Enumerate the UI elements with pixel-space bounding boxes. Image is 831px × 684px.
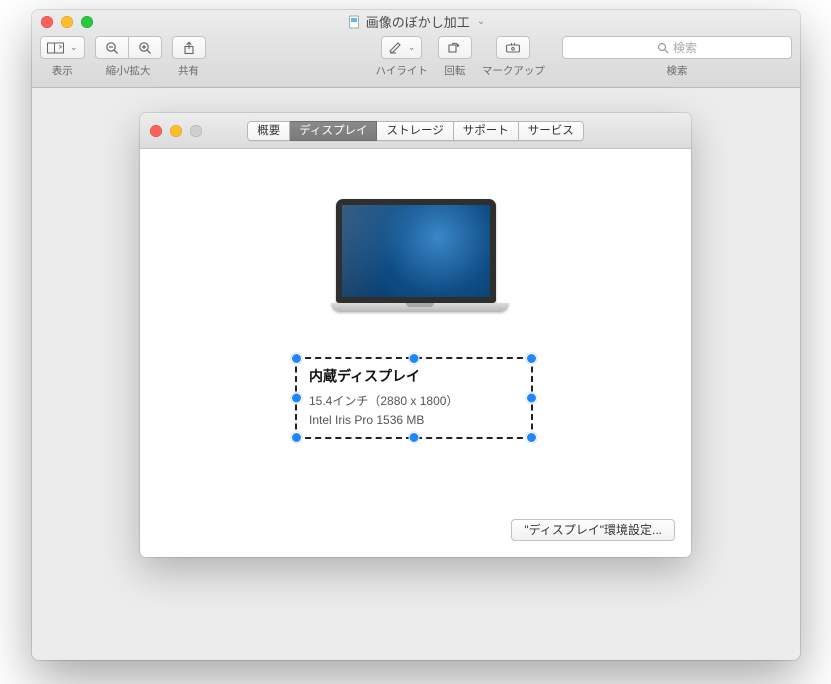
toolbar-view-group: ⌄ 表示 [40, 36, 85, 78]
highlight-button[interactable]: ⌄ [381, 36, 423, 59]
search-placeholder: 検索 [673, 39, 697, 56]
document-icon [347, 15, 361, 29]
minimize-icon[interactable] [61, 16, 73, 28]
toolbar-label-view: 表示 [52, 63, 73, 78]
outer-titlebar: 画像のぼかし加工 ⌄ [32, 10, 800, 33]
toolbar-label-search: 検索 [667, 63, 688, 78]
toolbar-search-group: 検索 検索 [562, 36, 792, 78]
resize-handle-e[interactable] [526, 393, 537, 404]
tab-service[interactable]: サービス [519, 121, 584, 141]
selection-rectangle[interactable]: 内蔵ディスプレイ 15.4インチ（2880 x 1800） Intel Iris… [295, 357, 533, 439]
tab-bar: 概要 ディスプレイ ストレージ サポート サービス [140, 121, 691, 141]
inner-titlebar: 概要 ディスプレイ ストレージ サポート サービス [140, 113, 691, 149]
toolbar-share-group: 共有 [172, 36, 206, 78]
toolbar-highlight-group: ⌄ ハイライト [376, 36, 428, 78]
display-size: 15.4インチ（2880 x 1800） [309, 392, 519, 409]
canvas-area: 概要 ディスプレイ ストレージ サポート サービス [32, 88, 800, 660]
share-button[interactable] [172, 36, 206, 59]
toolbar-zoom-group: 縮小/拡大 [95, 36, 162, 78]
tab-overview[interactable]: 概要 [247, 121, 290, 141]
toolbar-markup-group: マークアップ [482, 36, 545, 78]
chevron-down-icon[interactable]: ⌄ [477, 16, 485, 27]
preview-window: 画像のぼかし加工 ⌄ ⌄ 表示 縮小/拡大 [32, 10, 800, 660]
display-preferences-button[interactable]: "ディスプレイ"環境設定... [511, 519, 675, 541]
zoom-out-button[interactable] [95, 36, 129, 59]
system-info-window: 概要 ディスプレイ ストレージ サポート サービス [140, 113, 691, 557]
markup-button[interactable] [496, 36, 530, 59]
close-icon[interactable] [41, 16, 53, 28]
toolbar-label-share: 共有 [178, 63, 199, 78]
toolbar-label-markup: マークアップ [482, 63, 545, 78]
resize-handle-n[interactable] [409, 353, 420, 364]
toolbar-label-zoom: 縮小/拡大 [106, 63, 151, 78]
display-title: 内蔵ディスプレイ [309, 366, 519, 386]
resize-handle-nw[interactable] [291, 353, 302, 364]
view-button[interactable]: ⌄ [40, 36, 85, 59]
tab-support[interactable]: サポート [454, 121, 519, 141]
toolbar-rotate-group: 回転 [438, 36, 472, 78]
toolbar-label-highlight: ハイライト [376, 63, 428, 78]
rotate-button[interactable] [438, 36, 472, 59]
display-info: 内蔵ディスプレイ 15.4インチ（2880 x 1800） Intel Iris… [297, 359, 531, 427]
search-input[interactable]: 検索 [562, 36, 792, 59]
tab-storage[interactable]: ストレージ [377, 121, 453, 141]
window-title-text: 画像のぼかし加工 [366, 12, 470, 31]
resize-handle-ne[interactable] [526, 353, 537, 364]
toolbar: ⌄ 表示 縮小/拡大 共有 [32, 33, 800, 88]
window-controls [41, 16, 93, 28]
laptop-illustration [331, 199, 501, 312]
resize-handle-s[interactable] [409, 432, 420, 443]
chevron-down-icon: ⌄ [408, 42, 416, 53]
inner-body: 内蔵ディスプレイ 15.4インチ（2880 x 1800） Intel Iris… [140, 149, 691, 557]
tab-display[interactable]: ディスプレイ [290, 121, 377, 141]
resize-handle-se[interactable] [526, 432, 537, 443]
window-title: 画像のぼかし加工 ⌄ [32, 12, 800, 31]
chevron-down-icon: ⌄ [70, 42, 78, 53]
display-gpu: Intel Iris Pro 1536 MB [309, 413, 519, 427]
zoom-window-icon[interactable] [81, 16, 93, 28]
resize-handle-sw[interactable] [291, 432, 302, 443]
zoom-in-button[interactable] [128, 36, 162, 59]
toolbar-label-rotate: 回転 [444, 63, 465, 78]
search-icon [657, 42, 669, 54]
resize-handle-w[interactable] [291, 393, 302, 404]
